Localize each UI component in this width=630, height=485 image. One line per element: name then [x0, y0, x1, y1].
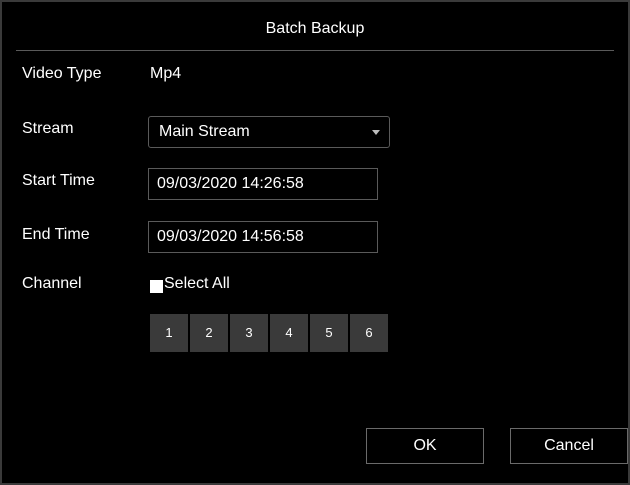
dialog-titlebar: Batch Backup — [16, 12, 614, 51]
channel-button-6[interactable]: 6 — [350, 314, 388, 352]
ok-button[interactable]: OK — [366, 428, 484, 464]
start-time-label: Start Time — [22, 172, 95, 189]
video-type-label: Video Type — [22, 65, 102, 82]
channel-button-1[interactable]: 1 — [150, 314, 188, 352]
stream-select-value: Main Stream — [159, 123, 250, 140]
batch-backup-dialog: Batch Backup Video Type Mp4 Stream Main … — [0, 0, 630, 485]
channel-button-2[interactable]: 2 — [190, 314, 228, 352]
channel-label: Channel — [22, 275, 82, 292]
video-type-value: Mp4 — [150, 65, 182, 82]
end-time-label: End Time — [22, 226, 90, 243]
stream-select[interactable]: Main Stream — [148, 116, 390, 148]
cancel-button[interactable]: Cancel — [510, 428, 628, 464]
chevron-down-icon — [372, 130, 380, 135]
checkbox-icon[interactable] — [150, 280, 163, 293]
channel-button-3[interactable]: 3 — [230, 314, 268, 352]
dialog-title: Batch Backup — [265, 20, 365, 37]
channel-button-5[interactable]: 5 — [310, 314, 348, 352]
channel-button-4[interactable]: 4 — [270, 314, 308, 352]
start-time-field[interactable] — [148, 168, 378, 200]
select-all-label: Select All — [164, 275, 230, 292]
stream-label: Stream — [22, 120, 74, 137]
end-time-field[interactable] — [148, 221, 378, 253]
